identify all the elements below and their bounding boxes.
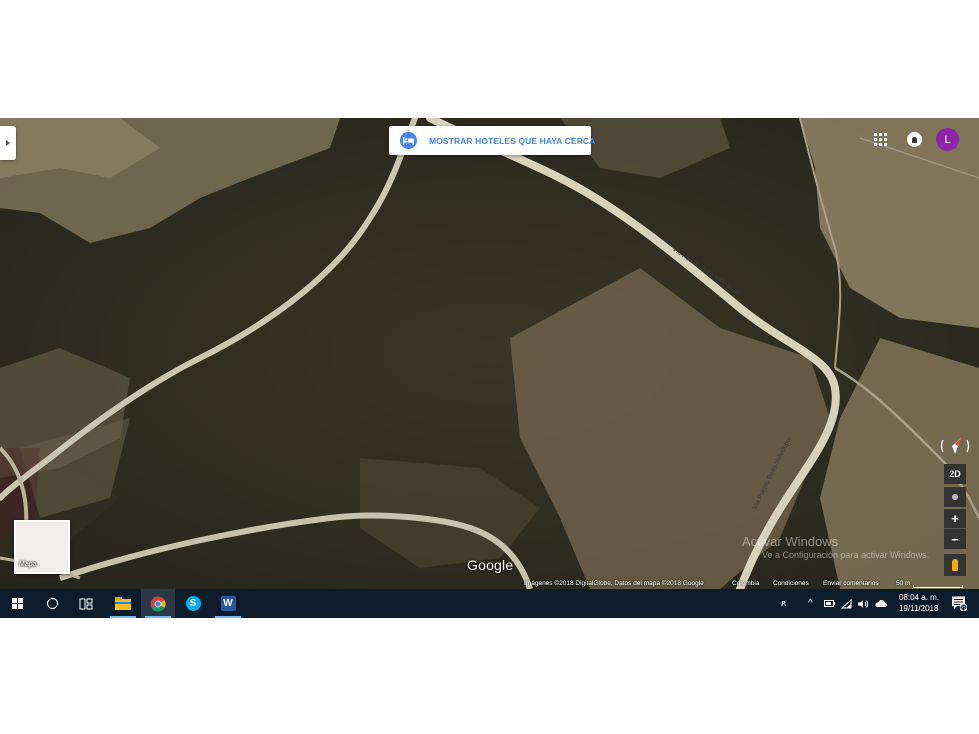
zoom-in-button[interactable]: + bbox=[944, 509, 966, 529]
windows-logo-icon bbox=[12, 598, 23, 609]
taskbar-app-file-explorer[interactable] bbox=[106, 589, 140, 618]
task-view-icon bbox=[79, 598, 93, 609]
volume-icon[interactable] bbox=[857, 599, 869, 609]
battery-icon[interactable] bbox=[824, 600, 835, 607]
map-type-toggle[interactable]: Mapa bbox=[14, 520, 70, 574]
side-panel-toggle[interactable] bbox=[0, 126, 16, 160]
hotel-icon bbox=[400, 132, 417, 149]
clock-time: 08:04 a. m. bbox=[898, 593, 939, 602]
taskbar-app-word[interactable]: W bbox=[211, 589, 245, 618]
avatar[interactable]: L bbox=[936, 128, 959, 151]
show-hidden-icons-chevron[interactable]: ^ bbox=[808, 589, 813, 618]
notifications-icon[interactable] bbox=[907, 132, 922, 147]
location-icon bbox=[952, 494, 958, 500]
people-icon[interactable]: ጸ bbox=[781, 589, 786, 618]
street-view-pegman[interactable] bbox=[944, 554, 966, 576]
watermark-subtitle: Ve a Configuración para activar Windows. bbox=[762, 550, 930, 560]
taskbar-app-chrome[interactable] bbox=[141, 589, 175, 618]
onedrive-icon[interactable] bbox=[874, 599, 887, 608]
tilt-2d-button[interactable]: 2D bbox=[944, 464, 966, 484]
chevron-right-icon bbox=[6, 140, 10, 146]
zoom-out-button[interactable]: − bbox=[944, 529, 966, 549]
scale-label[interactable]: 50 m bbox=[896, 579, 910, 589]
wifi-icon[interactable] bbox=[841, 599, 852, 609]
account-bar: L bbox=[874, 128, 959, 151]
clock-date: 19/11/2018 bbox=[898, 604, 939, 613]
my-location-button[interactable] bbox=[944, 487, 966, 507]
apps-grid-icon[interactable] bbox=[874, 133, 887, 146]
map-attribution: Imágenes ©2018 DigitalGlobe, Datos del m… bbox=[0, 579, 979, 589]
taskbar-app-skype[interactable]: S bbox=[176, 589, 210, 618]
start-button[interactable] bbox=[10, 589, 25, 618]
compass-icon[interactable] bbox=[940, 436, 970, 456]
windows-taskbar: S W ጸ ^ 08:04 a. m. 19/11/2018 21 bbox=[0, 589, 979, 618]
screen: Vía Pueblo Bello-Valledupar Vía Pueblo B… bbox=[0, 118, 979, 618]
folder-icon bbox=[115, 597, 131, 610]
chrome-icon bbox=[150, 596, 166, 611]
notification-count: 21 bbox=[961, 605, 967, 611]
map-type-label: Mapa bbox=[19, 561, 37, 568]
show-hotels-label: MOSTRAR HOTELES QUE HAYA CERCA bbox=[429, 135, 596, 146]
windows-activation-watermark: Activar Windows Ve a Configuración para … bbox=[742, 534, 929, 560]
cortana-search-button[interactable] bbox=[44, 589, 60, 618]
action-center-icon[interactable]: 21 bbox=[951, 595, 967, 611]
imagery-credit: Imágenes ©2018 DigitalGlobe, Datos del m… bbox=[524, 580, 704, 587]
taskbar-clock[interactable]: 08:04 a. m. 19/11/2018 bbox=[899, 592, 939, 614]
country-label: Colombia bbox=[732, 580, 760, 587]
skype-icon: S bbox=[185, 596, 201, 611]
system-tray: ጸ ^ 08:04 a. m. 19/11/2018 21 bbox=[779, 589, 979, 618]
search-circle-icon bbox=[46, 598, 58, 609]
satellite-map[interactable]: Vía Pueblo Bello-Valledupar Vía Pueblo B… bbox=[0, 118, 979, 589]
watermark-title: Activar Windows bbox=[742, 534, 839, 549]
scale-bar bbox=[913, 585, 963, 588]
satellite-imagery[interactable]: Vía Pueblo Bello-Valledupar Vía Pueblo B… bbox=[0, 118, 979, 589]
terms-link[interactable]: Condiciones bbox=[773, 579, 809, 589]
show-hotels-button[interactable]: MOSTRAR HOTELES QUE HAYA CERCA bbox=[389, 126, 595, 155]
task-view-button[interactable] bbox=[78, 589, 94, 618]
pegman-icon bbox=[952, 559, 958, 571]
feedback-link[interactable]: Enviar comentarios bbox=[823, 579, 879, 589]
word-icon: W bbox=[220, 596, 236, 611]
google-logo: Google bbox=[467, 557, 514, 573]
